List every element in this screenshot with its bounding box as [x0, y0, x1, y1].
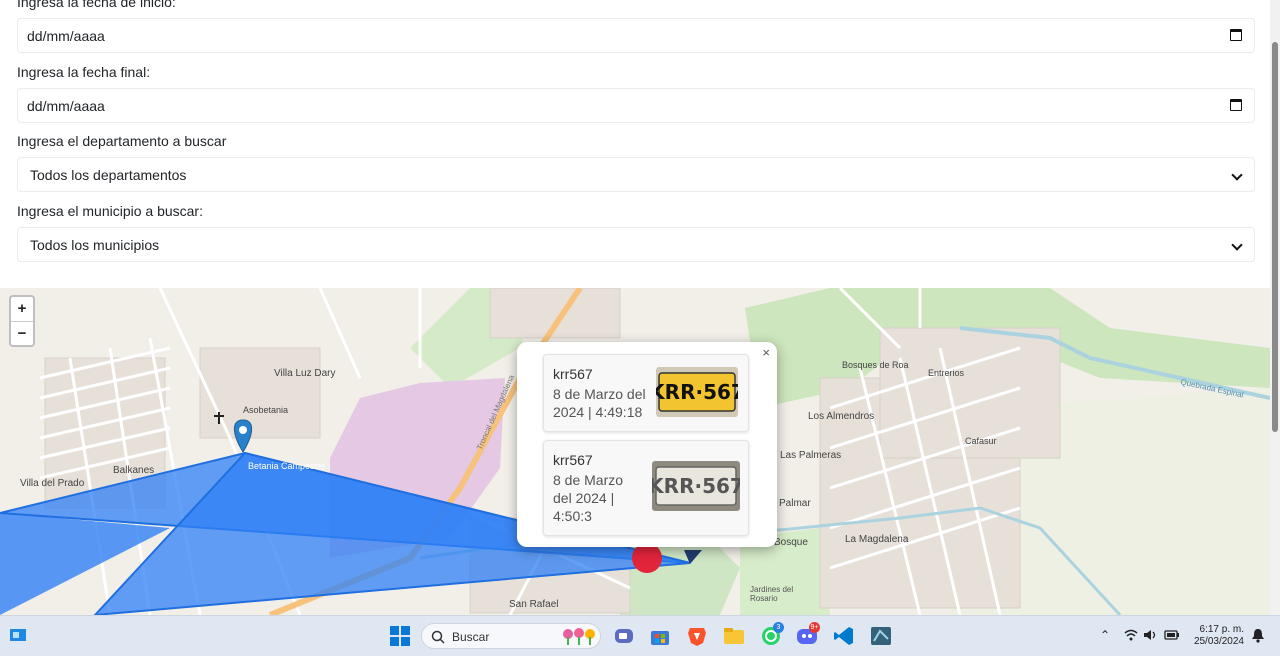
windows-start-icon[interactable]	[389, 625, 411, 647]
end-date-label: Ingresa la fecha final:	[17, 64, 151, 80]
map-label: La Magdalena	[845, 534, 909, 545]
plate-number: krr567	[553, 366, 593, 382]
battery-icon[interactable]	[1164, 629, 1180, 641]
map-label: Villa Luz Dary	[274, 368, 336, 379]
detection-date: 8 de Marzo del 2024 | 4:49:18	[553, 386, 646, 420]
municipality-select[interactable]: Todos los municipios	[17, 227, 1255, 262]
start-date-input[interactable]: dd/mm/aaaa	[17, 18, 1255, 53]
start-date-label: Ingresa la fecha de inicio:	[17, 0, 176, 10]
whatsapp-badge: 3	[773, 622, 784, 633]
notification-bell-icon[interactable]	[1251, 628, 1265, 643]
map-label: Cafasur	[965, 436, 997, 446]
brave-browser-icon[interactable]	[686, 625, 708, 647]
clock-time: 6:17 p. m.	[1199, 624, 1244, 635]
end-date-value: dd/mm/aaaa	[27, 98, 105, 114]
scrollbar-thumb[interactable]	[1272, 42, 1278, 432]
map-label: Palmar	[779, 498, 811, 509]
map-label: Las Palmeras	[780, 450, 842, 461]
map-label: Bosque	[774, 537, 808, 548]
wifi-icon[interactable]	[1124, 628, 1138, 642]
map-label: Jardines del Rosario	[750, 585, 794, 603]
municipality-label: Ingresa el municipio a buscar:	[17, 203, 203, 219]
calendar-icon[interactable]	[1230, 99, 1242, 111]
taskbar: Buscar 3 9+ ⌃ 6:17 p. m. 25/03/2024	[0, 615, 1280, 656]
department-select[interactable]: Todos los departamentos	[17, 157, 1255, 192]
zoom-out-button[interactable]: −	[11, 322, 33, 346]
license-plate-image: KRR·567	[656, 367, 738, 417]
map-label: Bosques de Roa	[842, 360, 909, 370]
license-plate-image: KRR·567	[652, 461, 740, 511]
zoom-control: + −	[9, 295, 35, 347]
close-icon[interactable]: ×	[762, 345, 770, 360]
search-icon	[431, 630, 445, 644]
map-label: San Rafael	[509, 599, 559, 610]
map-label: Entrerios	[928, 368, 965, 378]
database-app-icon[interactable]	[870, 625, 892, 647]
file-explorer-icon[interactable]	[723, 625, 745, 647]
vscode-icon[interactable]	[833, 625, 855, 647]
svg-text:KRR·567: KRR·567	[652, 474, 740, 498]
detection-date: 8 de Marzo del 2024 | 4:50:3	[553, 472, 624, 524]
department-value: Todos los departamentos	[30, 167, 187, 183]
store-icon[interactable]	[649, 625, 671, 647]
filter-form: Ingresa la fecha de inicio: dd/mm/aaaa I…	[0, 0, 1270, 288]
meet-icon[interactable]	[613, 625, 635, 647]
chevron-down-icon	[1231, 239, 1243, 251]
search-label: Buscar	[452, 630, 490, 644]
end-date-input[interactable]: dd/mm/aaaa	[17, 88, 1255, 123]
plate-number: krr567	[553, 452, 593, 468]
marker-popup: × krr567 8 de Marzo del 2024 | 4:49:18 K…	[517, 342, 777, 547]
detection-card: krr567 8 de Marzo del 2024 | 4:50:3 KRR·…	[543, 440, 749, 536]
map-label: Asobetania	[243, 405, 289, 415]
page-scrollbar[interactable]	[1270, 0, 1280, 615]
location-marker-icon	[233, 419, 253, 453]
widgets-icon[interactable]	[9, 626, 27, 644]
calendar-icon[interactable]	[1230, 29, 1242, 41]
map-label: Betania Campestre	[248, 461, 326, 471]
clock-date: 25/03/2024	[1193, 636, 1244, 647]
detection-card: krr567 8 de Marzo del 2024 | 4:49:18 KRR…	[543, 354, 749, 432]
tulips-icon	[563, 628, 595, 645]
map-label: Balkanes	[113, 465, 155, 476]
zoom-in-button[interactable]: +	[11, 297, 33, 322]
svg-text:KRR·567: KRR·567	[656, 380, 738, 404]
chevron-down-icon	[1231, 169, 1243, 181]
system-clock[interactable]: 6:17 p. m. 25/03/2024	[1188, 624, 1244, 648]
discord-badge: 9+	[809, 622, 820, 633]
municipality-value: Todos los municipios	[30, 237, 160, 253]
department-label: Ingresa el departamento a buscar	[17, 133, 227, 149]
taskbar-search[interactable]: Buscar	[421, 623, 601, 649]
volume-icon[interactable]	[1143, 628, 1159, 642]
map-label: Los Almendros	[808, 411, 875, 422]
chevron-up-icon[interactable]: ⌃	[1100, 628, 1110, 642]
start-date-value: dd/mm/aaaa	[27, 28, 105, 44]
map-label: Villa del Prado	[20, 478, 85, 489]
